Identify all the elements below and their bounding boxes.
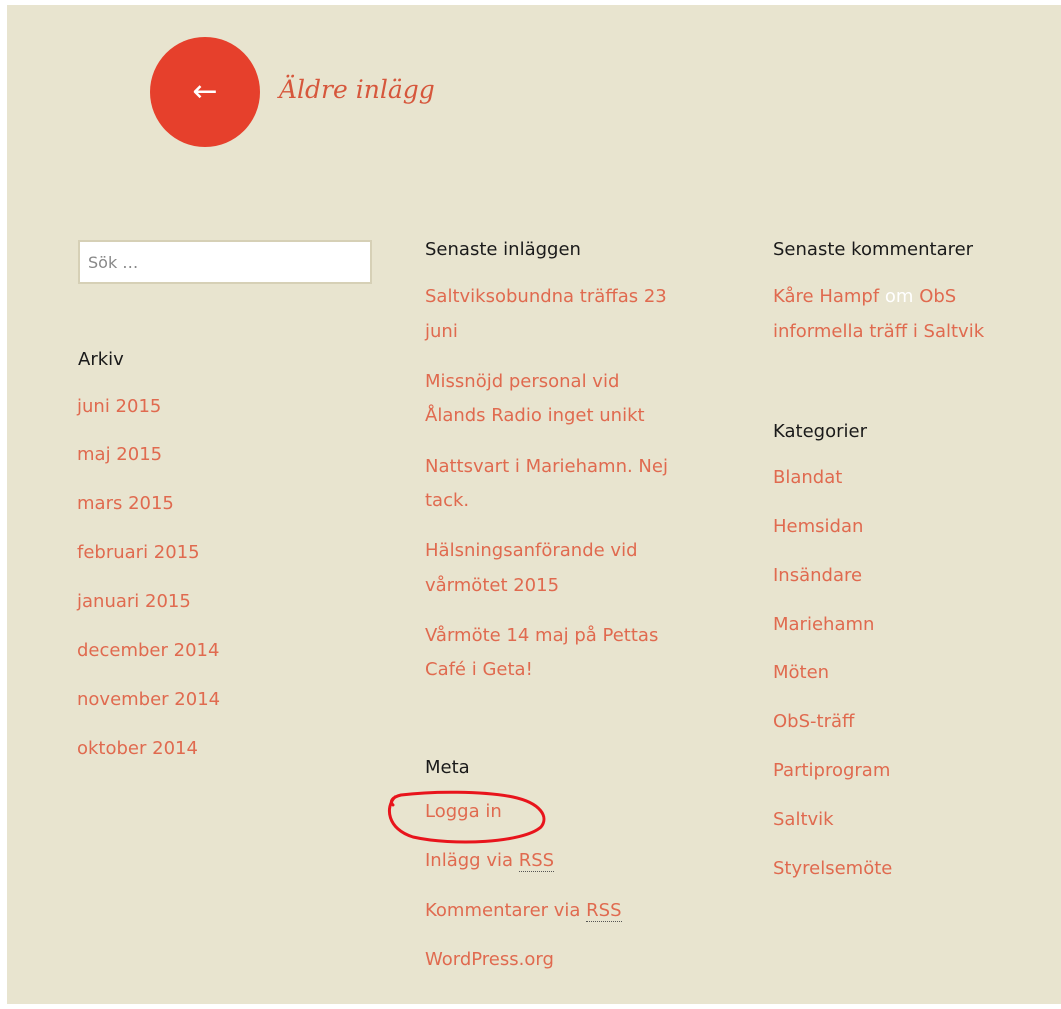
recent-post-link-line2[interactable]: tack. bbox=[425, 483, 469, 519]
archive-item[interactable]: januari 2015 bbox=[77, 584, 191, 620]
archive-item[interactable]: november 2014 bbox=[77, 682, 220, 718]
comment-post-link[interactable]: ObS bbox=[919, 286, 956, 307]
archive-item[interactable]: maj 2015 bbox=[77, 437, 162, 473]
recent-post-link-line1[interactable]: Vårmöte 14 maj på Pettas bbox=[425, 618, 658, 654]
rss-abbr: RSS bbox=[518, 850, 555, 872]
search-input[interactable] bbox=[78, 240, 372, 284]
archive-title: Arkiv bbox=[78, 349, 124, 370]
recent-posts-title: Senaste inläggen bbox=[425, 239, 581, 260]
comments-rss-label: Kommentarer via bbox=[425, 900, 587, 921]
category-item[interactable]: Insändare bbox=[773, 558, 862, 594]
wordpress-org-link[interactable]: WordPress.org bbox=[425, 942, 554, 978]
categories-title: Kategorier bbox=[773, 421, 867, 442]
older-posts-arrow-button[interactable]: ← bbox=[150, 37, 260, 147]
comment-post-link-line2[interactable]: informella träff i Saltvik bbox=[773, 314, 984, 350]
category-item[interactable]: Möten bbox=[773, 655, 829, 691]
older-posts-link[interactable]: Äldre inlägg bbox=[279, 75, 435, 104]
entries-rss-label: Inlägg via bbox=[425, 850, 519, 871]
annotation-circle bbox=[387, 790, 546, 844]
comments-rss-link[interactable]: Kommentarer via RSS bbox=[425, 893, 622, 929]
recent-comments-title: Senaste kommentarer bbox=[773, 239, 974, 260]
category-item[interactable]: Partiprogram bbox=[773, 753, 890, 789]
archive-item[interactable]: juni 2015 bbox=[77, 389, 161, 425]
recent-post-link-line1[interactable]: Hälsningsanförande vid bbox=[425, 533, 638, 569]
page: ← Äldre inlägg Arkiv juni 2015 maj 2015 … bbox=[7, 5, 1061, 1004]
recent-comment-line1: Kåre Hampf om ObS bbox=[773, 279, 956, 315]
recent-post-link-line2[interactable]: juni bbox=[425, 314, 458, 350]
archive-item[interactable]: februari 2015 bbox=[77, 535, 200, 571]
category-item[interactable]: Styrelsemöte bbox=[773, 851, 892, 887]
category-item[interactable]: Blandat bbox=[773, 460, 842, 496]
archive-item[interactable]: december 2014 bbox=[77, 633, 219, 669]
recent-post-link-line2[interactable]: vårmötet 2015 bbox=[425, 568, 559, 604]
recent-post-link-line1[interactable]: Missnöjd personal vid bbox=[425, 364, 619, 400]
category-item[interactable]: Mariehamn bbox=[773, 607, 874, 643]
left-arrow-icon: ← bbox=[192, 74, 218, 109]
category-item[interactable]: Saltvik bbox=[773, 802, 834, 838]
archive-item[interactable]: oktober 2014 bbox=[77, 731, 198, 767]
recent-post-link-line2[interactable]: Ålands Radio inget unikt bbox=[425, 398, 645, 434]
recent-post-link-line2[interactable]: Café i Geta! bbox=[425, 652, 533, 688]
archive-item[interactable]: mars 2015 bbox=[77, 486, 174, 522]
rss-abbr: RSS bbox=[586, 900, 622, 922]
comment-on-text: om bbox=[884, 286, 914, 307]
recent-post-link-line1[interactable]: Nattsvart i Mariehamn. Nej bbox=[425, 449, 668, 485]
recent-post-link-line1[interactable]: Saltviksobundna träffas 23 bbox=[425, 279, 667, 315]
meta-title: Meta bbox=[425, 757, 470, 778]
comment-author-link[interactable]: Kåre Hampf bbox=[773, 286, 879, 307]
category-item[interactable]: ObS-träff bbox=[773, 704, 854, 740]
entries-rss-link[interactable]: Inlägg via RSS bbox=[425, 843, 555, 879]
category-item[interactable]: Hemsidan bbox=[773, 509, 863, 545]
